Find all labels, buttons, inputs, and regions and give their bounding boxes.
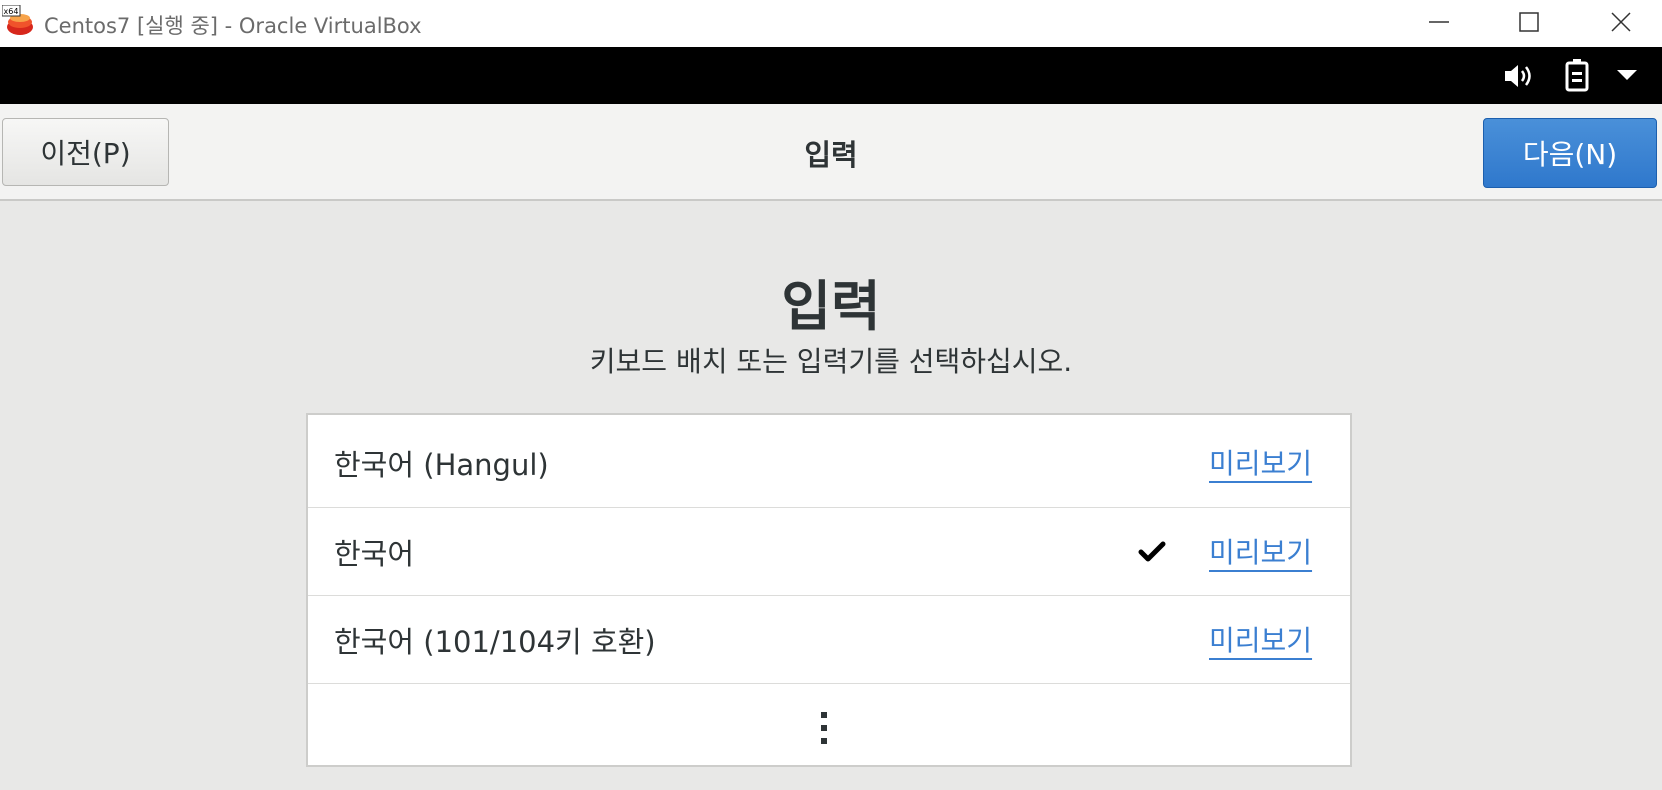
header-title: 입력 [804,138,858,172]
close-button[interactable] [1576,0,1662,44]
preview-link[interactable]: 미리보기 [1209,442,1312,482]
svg-text:x64: x64 [4,7,19,16]
minimize-icon [1429,21,1449,23]
check-icon [1138,541,1166,562]
virtualbox-x64-icon: x64 [2,5,34,37]
page-subtitle: 키보드 배치 또는 입력기를 선택하십시오. [589,345,1073,378]
battery-icon[interactable] [1564,58,1590,92]
more-vertical-icon [821,712,827,744]
spoke-header: 이전(P) 입력 다음(N) [0,104,1662,201]
list-item-label: 한국어 [334,537,415,571]
window-title: Centos7 [실행 중] - Oracle VirtualBox [44,14,422,38]
preview-link[interactable]: 미리보기 [1209,531,1312,571]
window-titlebar: x64 Centos7 [실행 중] - Oracle VirtualBox [0,0,1662,47]
volume-icon[interactable] [1502,61,1536,91]
maximize-icon [1519,12,1539,32]
preview-link[interactable]: 미리보기 [1209,619,1312,659]
next-button[interactable]: 다음(N) [1483,118,1657,188]
dropdown-arrow-icon[interactable] [1616,68,1638,82]
list-item[interactable]: 한국어 (Hangul) 미리보기 [308,415,1350,508]
maximize-button[interactable] [1484,0,1574,44]
list-item-label: 한국어 (Hangul) [334,448,549,482]
close-icon [1611,12,1631,32]
list-item[interactable]: 한국어 (101/104키 호환) 미리보기 [308,596,1350,684]
page-title: 입력 [781,275,881,338]
list-item[interactable]: 한국어 미리보기 [308,508,1350,596]
input-method-list: 한국어 (Hangul) 미리보기 한국어 미리보기 한국어 (101/104키… [306,413,1352,767]
system-top-bar [0,47,1662,104]
minimize-button[interactable] [1394,0,1484,44]
list-item-label: 한국어 (101/104키 호환) [334,625,656,659]
more-row[interactable] [308,684,1350,765]
